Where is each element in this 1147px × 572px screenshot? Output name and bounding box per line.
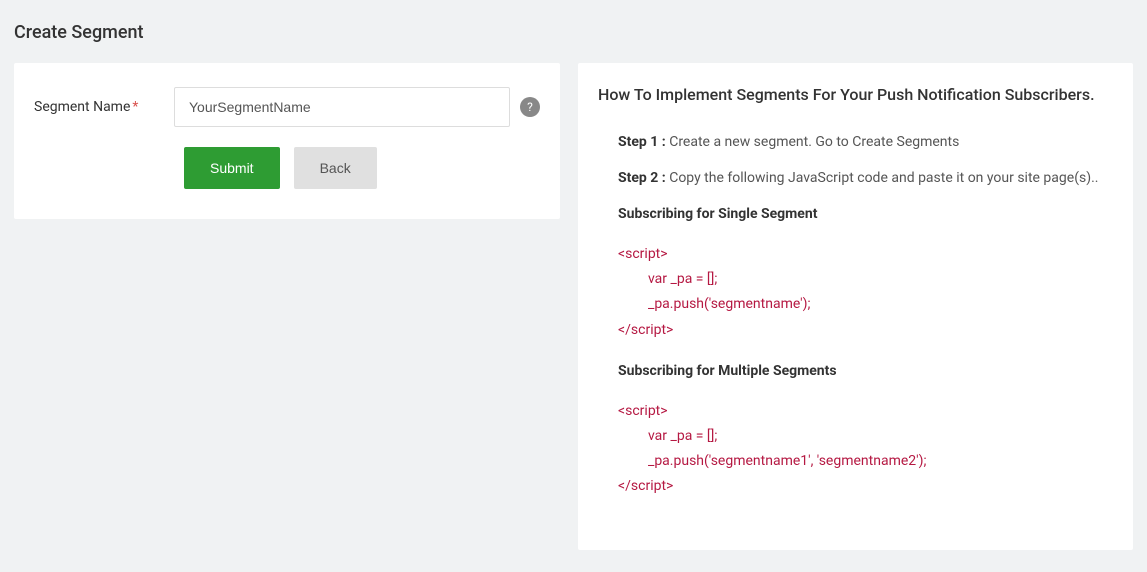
code-line: var _pa = []; (648, 424, 1113, 449)
segment-name-input-wrap: ? (174, 87, 540, 127)
step-1-text: Create a new segment. Go to Create Segme… (666, 134, 960, 150)
help-title: How To Implement Segments For Your Push … (598, 85, 1113, 104)
segment-name-row: Segment Name* ? (34, 87, 540, 127)
multiple-segment-header: Subscribing for Multiple Segments (618, 363, 1113, 379)
code-line: </script> (618, 474, 1113, 499)
step-2: Step 2 : Copy the following JavaScript c… (618, 170, 1113, 186)
code-line: </script> (618, 318, 1113, 343)
single-segment-header: Subscribing for Single Segment (618, 206, 1113, 222)
code-line: _pa.push('segmentname'); (648, 292, 1113, 317)
code-line: <script> (618, 242, 1113, 267)
step-1-label: Step 1 : (618, 134, 666, 150)
code-line: _pa.push('segmentname1', 'segmentname2')… (648, 449, 1113, 474)
button-row: Submit Back (184, 147, 540, 189)
step-2-text: Copy the following JavaScript code and p… (666, 170, 1099, 186)
required-star: * (132, 99, 138, 115)
code-line: var _pa = []; (648, 267, 1113, 292)
step-1: Step 1 : Create a new segment. Go to Cre… (618, 134, 1113, 150)
back-button[interactable]: Back (294, 147, 377, 189)
segment-name-label: Segment Name* (34, 99, 174, 115)
page-title: Create Segment (14, 22, 1133, 43)
help-icon[interactable]: ? (520, 97, 540, 117)
code-multiple: <script> var _pa = []; _pa.push('segment… (618, 399, 1113, 500)
content-wrapper: Segment Name* ? Submit Back How To Imple… (14, 63, 1133, 550)
create-segment-panel: Segment Name* ? Submit Back (14, 63, 560, 219)
code-single: <script> var _pa = []; _pa.push('segment… (618, 242, 1113, 343)
help-panel: How To Implement Segments For Your Push … (578, 63, 1133, 550)
segment-name-input[interactable] (174, 87, 510, 127)
step-2-label: Step 2 : (618, 170, 666, 186)
submit-button[interactable]: Submit (184, 147, 280, 189)
code-line: <script> (618, 399, 1113, 424)
